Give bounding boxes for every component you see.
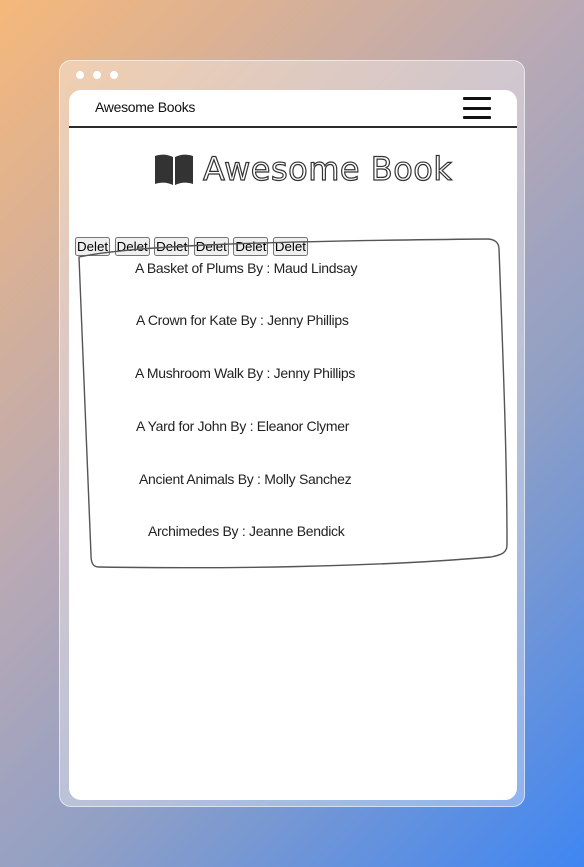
window-dot[interactable] xyxy=(110,71,118,79)
list-item: A Basket of Plums By : Maud Lindsay xyxy=(135,249,357,287)
book-entry-text: A Basket of Plums By : Maud Lindsay xyxy=(135,260,358,276)
list-item: Archimedes By : Jeanne Bendick xyxy=(148,512,345,550)
list-item: A Crown for Kate By : Jenny Phillips xyxy=(136,301,349,339)
page-viewport: Awesome Books Awesome Book A Basket of P… xyxy=(69,90,517,800)
book-entry-text: A Mushroom Walk By : Jenny Phillips xyxy=(135,365,356,381)
list-item: A Mushroom Walk By : Jenny Phillips xyxy=(135,354,355,392)
page-title: Awesome Book xyxy=(202,149,453,188)
book-entry-text: Archimedes By : Jeanne Bendick xyxy=(148,523,345,539)
brand-link[interactable]: Awesome Books xyxy=(95,99,195,115)
book-list: A Basket of Plums By : Maud Lindsay Dele… xyxy=(75,237,511,572)
book-entry-text: A Crown for Kate By : Jenny Phillips xyxy=(136,312,349,328)
navbar: Awesome Books xyxy=(69,90,517,128)
window-controls xyxy=(76,71,118,79)
browser-window: Awesome Books Awesome Book A Basket of P… xyxy=(59,60,525,807)
window-dot[interactable] xyxy=(93,71,101,79)
book-entry-text: A Yard for John By : Eleanor Clymer xyxy=(136,418,350,434)
hamburger-menu-icon[interactable] xyxy=(463,97,491,119)
book-entry-text: Ancient Animals By : Molly Sanchez xyxy=(139,471,352,487)
page-heading: Awesome Book xyxy=(153,149,452,189)
list-item: Ancient Animals By : Molly Sanchez xyxy=(139,460,352,498)
open-book-icon xyxy=(153,152,195,186)
list-item: A Yard for John By : Eleanor Clymer xyxy=(136,407,349,445)
window-dot[interactable] xyxy=(76,71,84,79)
